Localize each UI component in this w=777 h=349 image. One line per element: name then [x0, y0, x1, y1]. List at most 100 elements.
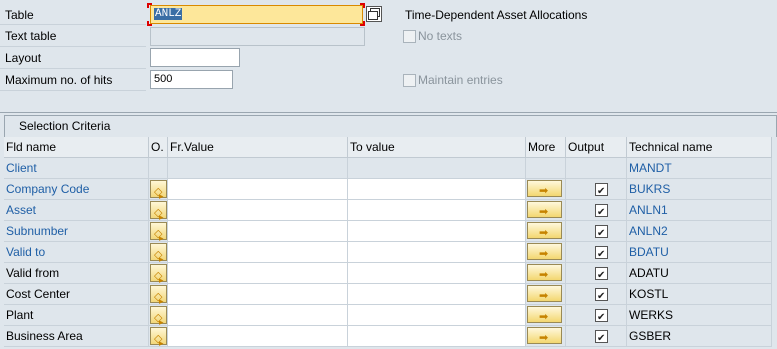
field-name: Valid from [4, 263, 149, 284]
to-value-input[interactable] [348, 326, 526, 347]
field-name: Company Code [4, 179, 149, 200]
option-cell: ◇ ▸ [149, 242, 168, 263]
layout-input[interactable] [150, 48, 240, 67]
output-checkbox[interactable] [595, 287, 608, 304]
technical-name: WERKS [627, 305, 772, 326]
field-name: Cost Center [4, 284, 149, 305]
multiple-selection-arrow-icon[interactable]: ➡ [527, 222, 562, 239]
output-cell [566, 242, 627, 263]
more-cell: ➡ [526, 221, 566, 242]
multiple-selection-arrow-icon[interactable]: ➡ [527, 285, 562, 302]
to-value-input[interactable] [348, 305, 526, 326]
column-header-more[interactable]: More [526, 137, 566, 158]
more-cell: ➡ [526, 179, 566, 200]
selection-option-icon[interactable]: ◇ ▸ [150, 285, 167, 304]
option-cell: ◇ ▸ [149, 221, 168, 242]
technical-name: ANLN2 [627, 221, 772, 242]
selection-option-icon[interactable]: ◇ ▸ [150, 243, 167, 262]
multiple-selection-arrow-icon[interactable]: ➡ [527, 306, 562, 323]
max-hits-input[interactable]: 500 [150, 70, 233, 89]
output-cell [566, 284, 627, 305]
option-cell: ◇ ▸ [149, 263, 168, 284]
selection-option-icon[interactable]: ◇ ▸ [150, 201, 167, 220]
output-checkbox[interactable] [595, 308, 608, 325]
to-value-input[interactable] [348, 179, 526, 200]
selection-option-icon[interactable]: ◇ ▸ [150, 327, 167, 346]
output-checkbox[interactable] [595, 245, 608, 262]
table-label: Table [5, 8, 34, 22]
option-cell: ◇ ▸ [149, 326, 168, 347]
from-value-input[interactable] [168, 200, 348, 221]
technical-name: ANLN1 [627, 200, 772, 221]
from-value-input[interactable] [168, 263, 348, 284]
field-name: Valid to [4, 242, 149, 263]
table-description: Time-Dependent Asset Allocations [405, 8, 588, 22]
field-name: Asset [4, 200, 149, 221]
output-checkbox[interactable] [595, 203, 608, 220]
technical-name: MANDT [627, 158, 772, 179]
focus-corner-tr [360, 3, 365, 8]
output-checkbox[interactable] [595, 182, 608, 199]
selection-criteria-title: Selection Criteria [4, 115, 777, 137]
from-value-input[interactable] [168, 305, 348, 326]
from-value-input[interactable] [168, 284, 348, 305]
column-header-output[interactable]: Output [566, 137, 627, 158]
max-hits-label: Maximum no. of hits [5, 73, 113, 87]
selection-option-icon[interactable]: ◇ ▸ [150, 306, 167, 325]
output-cell [566, 305, 627, 326]
output-checkbox[interactable] [595, 329, 608, 346]
selection-option-icon[interactable]: ◇ ▸ [150, 264, 167, 283]
output-checkbox[interactable] [595, 266, 608, 283]
more-cell: ➡ [526, 242, 566, 263]
to-value-input [348, 158, 526, 179]
to-value-input[interactable] [348, 263, 526, 284]
to-value-input[interactable] [348, 200, 526, 221]
output-checkbox[interactable] [595, 224, 608, 241]
to-value-input[interactable] [348, 221, 526, 242]
column-header-to-value[interactable]: To value [348, 137, 526, 158]
more-cell: ➡ [526, 326, 566, 347]
to-value-input[interactable] [348, 242, 526, 263]
technical-name: ADATU [627, 263, 772, 284]
column-header-technical-name[interactable]: Technical name [627, 137, 772, 158]
from-value-input[interactable] [168, 179, 348, 200]
multiple-selection-arrow-icon[interactable]: ➡ [527, 264, 562, 281]
output-cell [566, 200, 627, 221]
maintain-entries-label: Maintain entries [418, 73, 503, 87]
option-cell: ◇ ▸ [149, 305, 168, 326]
field-name: Business Area [4, 326, 149, 347]
column-header-from-value[interactable]: Fr.Value [168, 137, 348, 158]
table-input[interactable]: ANLZ [150, 5, 363, 24]
field-name: Plant [4, 305, 149, 326]
technical-name: GSBER [627, 326, 772, 347]
focus-corner-bl [147, 21, 152, 26]
field-name: Subnumber [4, 221, 149, 242]
table-row: Cost Center◇▸ ➡ KOSTL [4, 284, 772, 305]
selection-option-icon[interactable]: ◇ ▸ [150, 180, 167, 199]
multiple-selection-arrow-icon[interactable]: ➡ [527, 201, 562, 218]
no-texts-checkbox[interactable] [403, 30, 416, 43]
multiple-selection-arrow-icon[interactable]: ➡ [527, 327, 562, 344]
technical-name: KOSTL [627, 284, 772, 305]
multiple-selection-arrow-icon[interactable]: ➡ [527, 180, 562, 197]
maintain-entries-checkbox[interactable] [403, 74, 416, 87]
multiple-selection-arrow-icon[interactable]: ➡ [527, 243, 562, 260]
option-cell [149, 158, 168, 179]
text-table-label: Text table [5, 29, 57, 43]
focus-corner-tl [147, 3, 152, 8]
column-header-fld-name[interactable]: Fld name [4, 137, 149, 158]
column-header-option[interactable]: O. [149, 137, 168, 158]
from-value-input[interactable] [168, 221, 348, 242]
value-help-icon[interactable] [366, 6, 382, 22]
output-cell [566, 179, 627, 200]
technical-name: BUKRS [627, 179, 772, 200]
from-value-input[interactable] [168, 326, 348, 347]
text-table-field [150, 27, 365, 46]
selection-option-icon[interactable]: ◇ ▸ [150, 222, 167, 241]
to-value-input[interactable] [348, 284, 526, 305]
from-value-input[interactable] [168, 242, 348, 263]
output-cell [566, 326, 627, 347]
table-row: Valid from◇▸ ➡ ADATU [4, 263, 772, 284]
table-row: Asset◇▸ ➡ ANLN1 [4, 200, 772, 221]
output-cell [566, 221, 627, 242]
